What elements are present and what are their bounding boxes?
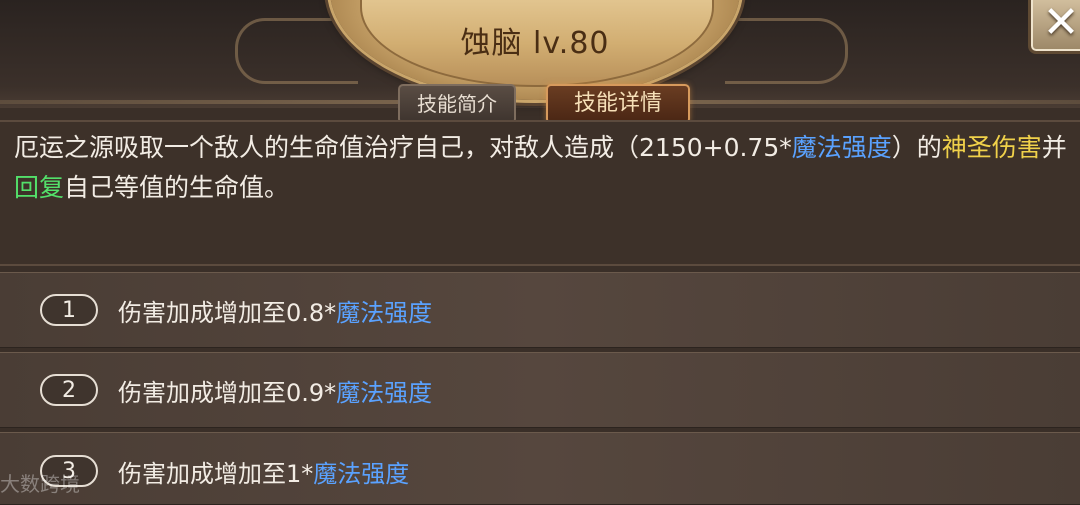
desc-heal: 回复 [14,173,65,202]
upgrade-text: 伤害加成增加至0.8*魔法强度 [118,293,432,328]
close-button[interactable]: ✕ [1028,0,1080,54]
skill-name: 蚀脑 [460,26,523,61]
upgrade-number-badge: 2 [40,374,98,406]
skill-level: lv.80 [533,26,610,61]
desc-holy-damage: 神圣伤害 [941,133,1042,162]
desc-text-2: ）的 [891,133,942,162]
upgrade-row: 3 伤害加成增加至1*魔法强度 [0,432,1080,505]
desc-text-4: 自己等值的生命值。 [64,173,290,202]
tab-skill-intro[interactable]: 技能简介 [398,84,516,124]
desc-text-3: 并 [1041,133,1067,162]
upgrade-text-main: 伤害加成增加至1* [118,460,314,488]
upgrade-stat: 魔法强度 [336,379,433,407]
upgrade-row: 1 伤害加成增加至0.8*魔法强度 [0,272,1080,348]
tab-skill-detail[interactable]: 技能详情 [546,84,690,124]
skill-description: 厄运之源吸取一个敌人的生命值治疗自己，对敌人造成（2150+0.75*魔法强度）… [14,128,1070,208]
ornament-left [235,18,358,84]
close-x-icon: ✕ [1042,0,1080,48]
upgrade-text-main: 伤害加成增加至0.9* [118,379,337,407]
ornament-right [725,18,848,84]
desc-text-1: 厄运之源吸取一个敌人的生命值治疗自己，对敌人造成（2150+0.75* [14,133,792,162]
upgrade-text-main: 伤害加成增加至0.8* [118,299,337,327]
upgrade-text: 伤害加成增加至0.9*魔法强度 [118,373,432,408]
watermark: 大数跨境 [0,472,80,496]
desc-stat-magic-power: 魔法强度 [791,133,892,162]
upgrade-text: 伤害加成增加至1*魔法强度 [118,454,409,489]
upgrade-number-badge: 1 [40,294,98,326]
upgrade-stat: 魔法强度 [336,299,433,327]
skill-title: 蚀脑 lv.80 [360,18,710,62]
upgrade-stat: 魔法强度 [313,460,410,488]
upgrade-row: 2 伤害加成增加至0.9*魔法强度 [0,352,1080,428]
header-divider [0,100,1080,104]
